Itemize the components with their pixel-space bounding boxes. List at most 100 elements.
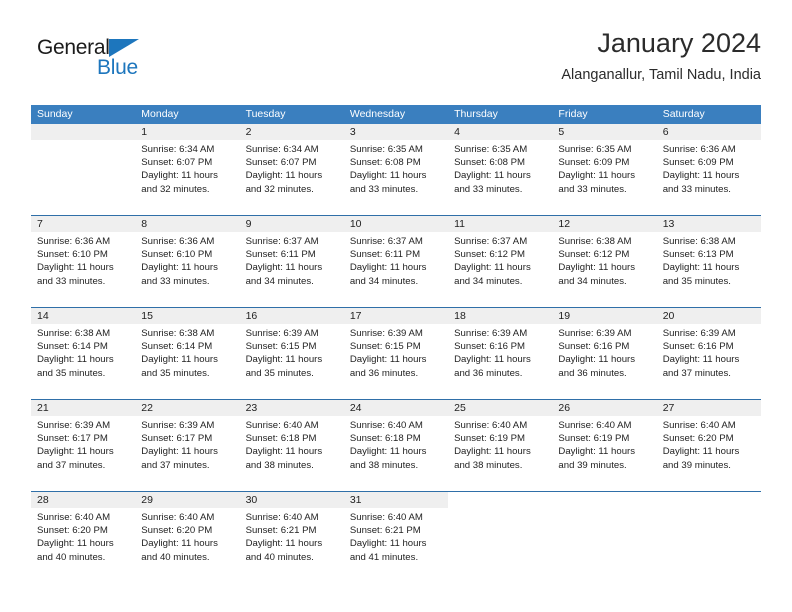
day-number-15[interactable]: 15 (135, 308, 240, 324)
day-number-23[interactable]: 23 (239, 400, 344, 416)
day-number-6[interactable]: 6 (656, 124, 761, 140)
day-cell-18[interactable]: Sunrise: 6:39 AM Sunset: 6:16 PM Daylight:… (448, 324, 552, 399)
day-cell-17[interactable]: Sunrise: 6:39 AM Sunset: 6:15 PM Daylight:… (344, 324, 448, 399)
daylight-text-line1: Daylight: 11 hours (558, 354, 636, 366)
day-cell-5[interactable]: Sunrise: 6:35 AM Sunset: 6:09 PM Daylight:… (552, 140, 656, 215)
daylight-text-line1: Daylight: 11 hours (245, 538, 323, 550)
sunrise-text: Sunrise: 6:35 AM (349, 144, 423, 155)
daylight-text-line2: and 40 minutes. (245, 551, 314, 563)
day-number-12[interactable]: 12 (552, 216, 657, 232)
sunrise-text: Sunrise: 6:36 AM (37, 236, 111, 247)
day-cell-2[interactable]: Sunrise: 6:34 AM Sunset: 6:07 PM Daylight:… (240, 140, 344, 215)
day-cell-14[interactable]: Sunrise: 6:38 AM Sunset: 6:14 PM Daylight:… (31, 324, 135, 399)
day-number-5[interactable]: 5 (552, 124, 657, 140)
day-cell-27[interactable]: Sunrise: 6:40 AM Sunset: 6:20 PM Daylight:… (657, 416, 761, 491)
daylight-text-line1: Daylight: 11 hours (662, 354, 740, 366)
day-number-10[interactable]: 10 (343, 216, 449, 232)
calendar-week-row: 28 29 30 31 Sunrise: 6:40 AM Sunset: 6:20 PM D… (31, 491, 761, 583)
weekday-header-tuesday: Tuesday (245, 108, 286, 120)
day-number-13[interactable]: 13 (656, 216, 761, 232)
sunrise-text: Sunrise: 6:34 AM (141, 144, 215, 155)
day-number-27[interactable]: 27 (656, 400, 761, 416)
sunset-text: Sunset: 6:10 PM (37, 249, 108, 261)
day-number-22[interactable]: 22 (135, 400, 240, 416)
week-detail-row: Sunrise: 6:34 AM Sunset: 6:07 PM Daylight:… (31, 140, 761, 215)
day-cell-9[interactable]: Sunrise: 6:37 AM Sunset: 6:11 PM Daylight:… (240, 232, 344, 307)
day-cell-10[interactable]: Sunrise: 6:37 AM Sunset: 6:11 PM Daylight:… (344, 232, 448, 307)
day-cell-26[interactable]: Sunrise: 6:40 AM Sunset: 6:19 PM Daylight:… (552, 416, 656, 491)
day-cell-19[interactable]: Sunrise: 6:39 AM Sunset: 6:16 PM Daylight:… (552, 324, 656, 399)
daylight-text-line1: Daylight: 11 hours (37, 446, 114, 458)
day-number-20[interactable]: 20 (656, 308, 761, 324)
day-cell-29[interactable]: Sunrise: 6:40 AM Sunset: 6:20 PM Daylight:… (135, 508, 239, 583)
day-number-11[interactable]: 11 (448, 216, 553, 232)
day-cell-3[interactable]: Sunrise: 6:35 AM Sunset: 6:08 PM Daylight:… (344, 140, 448, 215)
weekday-header-thursday: Thursday (454, 108, 498, 120)
calendar-week-row: 7 8 9 10 11 12 13 Sunrise: 6:36 AM Sunset: 6:10 … (31, 215, 761, 307)
day-number-8[interactable]: 8 (135, 216, 240, 232)
day-cell-20[interactable]: Sunrise: 6:39 AM Sunset: 6:16 PM Daylight:… (657, 324, 761, 399)
day-cell-15[interactable]: Sunrise: 6:38 AM Sunset: 6:14 PM Daylight:… (135, 324, 239, 399)
day-number-17[interactable]: 17 (343, 308, 449, 324)
day-number-empty (656, 492, 761, 508)
day-cell-4[interactable]: Sunrise: 6:35 AM Sunset: 6:08 PM Daylight:… (448, 140, 552, 215)
day-cell-12[interactable]: Sunrise: 6:38 AM Sunset: 6:12 PM Daylight:… (552, 232, 656, 307)
daylight-text-line2: and 32 minutes. (245, 183, 314, 195)
day-number-4[interactable]: 4 (448, 124, 553, 140)
daylight-text-line1: Daylight: 11 hours (454, 262, 531, 274)
day-cell-16[interactable]: Sunrise: 6:39 AM Sunset: 6:15 PM Daylight:… (240, 324, 344, 399)
day-cell-7[interactable]: Sunrise: 6:36 AM Sunset: 6:10 PM Daylight:… (31, 232, 135, 307)
day-number-25[interactable]: 25 (448, 400, 553, 416)
sunrise-text: Sunrise: 6:36 AM (662, 144, 736, 155)
day-cell-8[interactable]: Sunrise: 6:36 AM Sunset: 6:10 PM Daylight:… (135, 232, 239, 307)
daylight-text-line1: Daylight: 11 hours (245, 262, 323, 274)
day-number-19[interactable]: 19 (552, 308, 657, 324)
day-number-14[interactable]: 14 (31, 308, 136, 324)
day-cell-13[interactable]: Sunrise: 6:38 AM Sunset: 6:13 PM Daylight:… (657, 232, 761, 307)
day-cell-25[interactable]: Sunrise: 6:40 AM Sunset: 6:19 PM Daylight:… (448, 416, 552, 491)
day-number-7[interactable]: 7 (31, 216, 136, 232)
day-number-30[interactable]: 30 (239, 492, 344, 508)
day-number-16[interactable]: 16 (239, 308, 344, 324)
daylight-text-line2: and 36 minutes. (349, 367, 419, 379)
daylight-text-line2: and 35 minutes. (141, 367, 210, 379)
day-cell-22[interactable]: Sunrise: 6:39 AM Sunset: 6:17 PM Daylight:… (135, 416, 239, 491)
daylight-text-line1: Daylight: 11 hours (141, 262, 218, 274)
week-detail-row: Sunrise: 6:39 AM Sunset: 6:17 PM Daylight:… (31, 416, 761, 491)
day-number-31[interactable]: 31 (343, 492, 449, 508)
page-subtitle: Alanganallur, Tamil Nadu, India (561, 67, 761, 83)
day-number-3[interactable]: 3 (343, 124, 449, 140)
daylight-text-line2: and 34 minutes. (245, 275, 314, 287)
day-cell-30[interactable]: Sunrise: 6:40 AM Sunset: 6:21 PM Daylight:… (240, 508, 344, 583)
day-cell-28[interactable]: Sunrise: 6:40 AM Sunset: 6:20 PM Daylight:… (31, 508, 135, 583)
day-cell-1[interactable]: Sunrise: 6:34 AM Sunset: 6:07 PM Daylight:… (135, 140, 239, 215)
sunset-text: Sunset: 6:21 PM (349, 525, 421, 537)
day-number-1[interactable]: 1 (135, 124, 240, 140)
daylight-text-line2: and 34 minutes. (558, 275, 627, 287)
sunrise-text: Sunrise: 6:39 AM (454, 328, 528, 339)
week-daynumber-band: 7 8 9 10 11 12 13 (31, 216, 761, 232)
daylight-text-line1: Daylight: 11 hours (454, 170, 531, 182)
sunset-text: Sunset: 6:07 PM (245, 157, 317, 169)
daylight-text-line1: Daylight: 11 hours (37, 262, 114, 274)
day-cell-24[interactable]: Sunrise: 6:40 AM Sunset: 6:18 PM Daylight:… (344, 416, 448, 491)
day-number-21[interactable]: 21 (31, 400, 136, 416)
day-cell-11[interactable]: Sunrise: 6:37 AM Sunset: 6:12 PM Daylight:… (448, 232, 552, 307)
day-number-29[interactable]: 29 (135, 492, 240, 508)
day-number-empty (448, 492, 553, 508)
day-number-26[interactable]: 26 (552, 400, 657, 416)
sunset-text: Sunset: 6:10 PM (141, 249, 213, 261)
sunrise-text: Sunrise: 6:40 AM (349, 512, 423, 523)
day-cell-31[interactable]: Sunrise: 6:40 AM Sunset: 6:21 PM Daylight:… (344, 508, 448, 583)
day-cell-23[interactable]: Sunrise: 6:40 AM Sunset: 6:18 PM Daylight:… (240, 416, 344, 491)
day-cell-6[interactable]: Sunrise: 6:36 AM Sunset: 6:09 PM Daylight:… (657, 140, 761, 215)
day-number-2[interactable]: 2 (239, 124, 344, 140)
daylight-text-line2: and 37 minutes. (662, 367, 731, 379)
sunrise-text: Sunrise: 6:39 AM (141, 420, 215, 431)
sunset-text: Sunset: 6:20 PM (141, 525, 213, 537)
day-number-24[interactable]: 24 (343, 400, 449, 416)
day-cell-21[interactable]: Sunrise: 6:39 AM Sunset: 6:17 PM Daylight:… (31, 416, 135, 491)
day-number-18[interactable]: 18 (448, 308, 553, 324)
day-number-28[interactable]: 28 (31, 492, 136, 508)
day-number-9[interactable]: 9 (239, 216, 344, 232)
